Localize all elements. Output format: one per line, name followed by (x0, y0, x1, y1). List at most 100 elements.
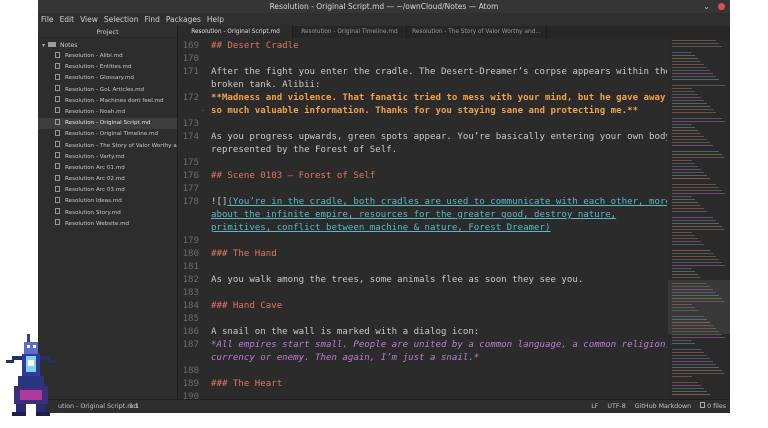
editor-line[interactable]: 186 A snail on the wall is marked with a … (179, 326, 667, 339)
minimap-line (672, 55, 695, 56)
line-text: ### The Heart (211, 378, 282, 391)
line-number: 170 (182, 54, 199, 64)
editor-line[interactable]: 172 **Madness and violence. That fanatic … (179, 92, 667, 105)
file-item[interactable]: Resolution - Noah.md (38, 107, 177, 118)
close-icon[interactable] (718, 3, 725, 10)
folder-label: Notes (60, 42, 78, 49)
file-label: Resolution Website.md (65, 220, 130, 227)
menu-selection[interactable]: Selection (104, 13, 139, 26)
editor-line[interactable]: represented by the Forest of Self. (179, 144, 667, 157)
file-item[interactable]: Resolution Arc 01.md (38, 163, 177, 174)
file-icon (55, 208, 60, 215)
minimize-icon[interactable]: ⌄ (703, 0, 710, 13)
file-item[interactable]: Resolution - Original Timeline.md (38, 129, 177, 140)
editor-line[interactable]: 185 (179, 313, 667, 326)
file-label: Resolution - Original Script.md (65, 120, 151, 127)
line-text: A snail on the wall is marked with a dia… (211, 326, 479, 339)
editor-line[interactable]: 169 ## Desert Cradle (179, 40, 667, 53)
file-item[interactable]: Resolution - Original Script.md (38, 118, 177, 130)
minimap-line (672, 157, 725, 158)
file-item[interactable]: Resolution - Machines dont feel.md (38, 96, 177, 107)
file-item[interactable]: Resolution - The Story of Valor Worthy a… (38, 141, 177, 152)
file-item[interactable]: Resolution Arc 03.md (38, 185, 177, 196)
editor-line[interactable]: 174 As you progress upwards, green spots … (179, 131, 667, 144)
editor-line[interactable]: 184 ### Hand Cave (179, 300, 667, 313)
editor-line[interactable]: currency or enemy. Then again, I’m just … (179, 352, 667, 365)
editor-line[interactable]: primitives, conflict between machine & n… (179, 222, 667, 235)
editor-line[interactable]: 171 After the fight you enter the cradle.… (179, 66, 667, 79)
editor-line[interactable]: 182 As you walk among the trees, some ani… (179, 274, 667, 287)
minimap-line (672, 241, 701, 242)
menu-edit[interactable]: Edit (60, 13, 75, 26)
minimap-line (672, 151, 719, 152)
token: **Madness and violence. That fanatic tri… (211, 93, 666, 103)
status-file-name[interactable]: ution - Original Script.md (58, 400, 137, 413)
minimap-line (672, 370, 722, 371)
editor-line[interactable]: 187 *All empires start small. People are … (179, 339, 667, 352)
editor-line[interactable]: about the infinite empire, resources for… (179, 209, 667, 222)
file-item[interactable]: Resolution - Entities.md (38, 62, 177, 73)
folder-notes[interactable]: ▾ Notes (38, 40, 177, 51)
file-icon (55, 185, 60, 192)
minimap-line (672, 244, 704, 245)
status-encoding[interactable]: UTF-8 (607, 400, 625, 413)
editor-line[interactable]: 178 ![](You’re in the cradle, both cradle… (179, 196, 667, 209)
status-line-ending[interactable]: LF (591, 400, 598, 413)
folder-icon (48, 42, 56, 47)
status-git-files[interactable]: 0 files (700, 400, 726, 413)
editor-line[interactable]: · so much valuable information. Thanks fo… (179, 105, 667, 118)
editor-line[interactable]: 183 (179, 287, 667, 300)
minimap-line (672, 229, 725, 230)
project-header[interactable]: Project (38, 26, 177, 38)
file-item[interactable]: Resolution Website.md (38, 219, 177, 230)
file-label: Resolution - Entities.md (65, 64, 132, 71)
minimap-line (672, 235, 695, 236)
file-item[interactable]: Resolution - Alibi.md (38, 51, 177, 62)
token: about the infinite empire, resources for… (211, 210, 617, 220)
editor-line[interactable]: 180 ### The Hand (179, 248, 667, 261)
menu-file[interactable]: File (41, 13, 54, 26)
tab-original-script[interactable]: Resolution - Original Script.md (179, 26, 293, 38)
status-grammar[interactable]: GitHub Markdown (635, 400, 691, 413)
line-number: 189 (182, 379, 199, 389)
file-item[interactable]: Resolution Story.md (38, 208, 177, 219)
menu-help[interactable]: Help (207, 13, 224, 26)
minimap-line (672, 385, 701, 386)
editor-line[interactable]: 175 (179, 157, 667, 170)
minimap-line (672, 121, 725, 122)
minimap-line (672, 193, 725, 194)
text-editor[interactable]: 169 ## Desert Cradle 170 171 After the fight… (179, 38, 667, 399)
editor-line[interactable]: 181 (179, 261, 667, 274)
file-icon (700, 402, 706, 408)
editor-line[interactable]: 190 (179, 391, 667, 399)
editor-line[interactable]: 179 (179, 235, 667, 248)
minimap-line (672, 178, 710, 179)
menu-view[interactable]: View (80, 13, 98, 26)
file-item[interactable]: Resolution - Glossary.md (38, 73, 177, 84)
minimap-line (672, 112, 716, 113)
status-cursor-position[interactable]: 1:1 (129, 400, 139, 413)
token: ### The Heart (211, 379, 283, 389)
editor-line[interactable]: 177 (179, 183, 667, 196)
menu-find[interactable]: Find (144, 13, 159, 26)
minimap-line (672, 262, 722, 263)
editor-line[interactable]: 176 ## Scene 0103 – Forest of Self (179, 170, 667, 183)
editor-line[interactable]: 173 (179, 118, 667, 131)
editor-line[interactable]: 189 ### The Heart (179, 378, 667, 391)
menu-packages[interactable]: Packages (166, 13, 201, 26)
file-item[interactable]: Resolution - Varty.md (38, 152, 177, 163)
file-item[interactable]: Resolution Arc 02.md (38, 174, 177, 185)
fold-marker[interactable]: · (201, 105, 205, 118)
editor-line[interactable]: 170 (179, 53, 667, 66)
editor-line[interactable]: 188 (179, 365, 667, 378)
file-item[interactable]: Resolution Ideas.md (38, 196, 177, 207)
file-item[interactable]: Resolution - GoL Articles.md (38, 85, 177, 96)
editor-line[interactable]: broken tank. Alibii: (179, 79, 667, 92)
minimap[interactable] (668, 38, 730, 399)
line-number: 173 (182, 119, 199, 129)
tab-story-of-valor[interactable]: Resolution - The Story of Valor Worthy a… (407, 26, 547, 38)
minimap-line (672, 145, 713, 146)
token: As you progress upwards, green spots app… (211, 132, 667, 142)
tab-original-timeline[interactable]: Resolution - Original Timeline.md (293, 26, 407, 38)
minimap-line (672, 301, 725, 302)
